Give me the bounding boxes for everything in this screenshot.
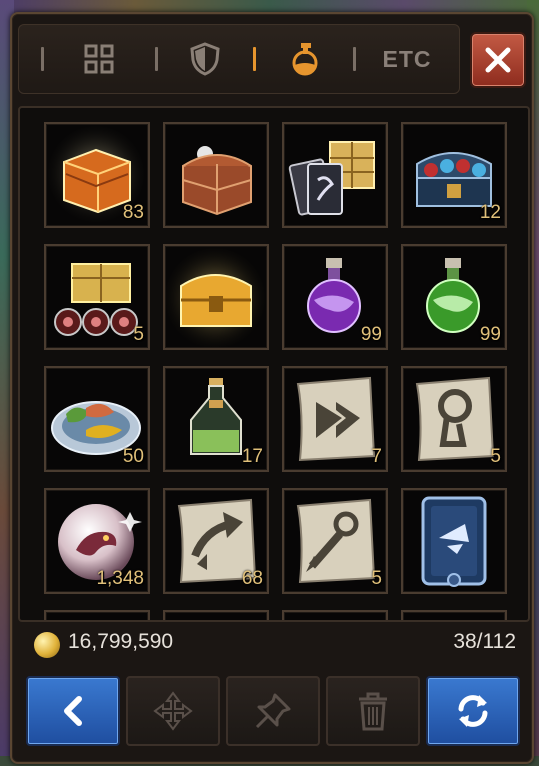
item-quantity: 7 <box>371 446 382 467</box>
item-quantity: 5 <box>371 568 382 589</box>
inventory-slot[interactable]: 7 <box>282 366 388 472</box>
card-chest-icon <box>288 141 375 216</box>
move-arrows-icon <box>153 691 193 731</box>
trash-button[interactable] <box>326 676 420 746</box>
blue-card-icon <box>421 496 487 587</box>
potion-icon <box>292 43 318 76</box>
tab-bar: ETC <box>18 24 460 94</box>
inventory-slot[interactable] <box>163 122 269 228</box>
inventory-slot[interactable]: 5 <box>401 366 507 472</box>
inventory-slot[interactable]: 5 <box>282 488 388 594</box>
back-button[interactable] <box>26 676 120 746</box>
chevron-left-icon <box>64 696 82 726</box>
close-button[interactable] <box>470 32 526 88</box>
tab-etc[interactable]: ETC <box>367 25 447 93</box>
pin-button[interactable] <box>226 676 320 746</box>
inventory-slot[interactable]: 83 <box>44 122 150 228</box>
tab-separator <box>353 47 356 71</box>
item-quantity: 83 <box>122 202 144 223</box>
item-quantity: 1,348 <box>96 568 144 589</box>
item-quantity: 5 <box>490 446 501 467</box>
inventory-slot[interactable]: 99 <box>282 244 388 350</box>
shield-icon <box>190 42 220 76</box>
tab-etc-label: ETC <box>382 45 432 72</box>
slot-count: 38/112 <box>453 630 516 653</box>
tab-equipment[interactable] <box>165 25 245 93</box>
trash-icon <box>359 692 387 731</box>
inventory-grid: 83 12 5 99 99 50 17 7 5 1,348 68 5 <box>18 106 530 622</box>
golden-treasure-chest-icon <box>165 248 265 348</box>
item-quantity: 12 <box>479 202 501 223</box>
gold-coin-icon <box>34 632 60 658</box>
tab-separator <box>41 47 44 71</box>
move-button[interactable] <box>126 676 220 746</box>
grid-icon <box>84 44 114 74</box>
item-quantity: 68 <box>241 568 263 589</box>
item-quantity: 17 <box>241 446 263 467</box>
tab-separator-active <box>253 47 256 71</box>
inventory-slot[interactable]: 17 <box>163 366 269 472</box>
inventory-slot[interactable] <box>163 244 269 350</box>
sort-button[interactable] <box>426 676 520 746</box>
inventory-slot[interactable]: 12 <box>401 122 507 228</box>
item-quantity: 50 <box>122 446 144 467</box>
inventory-slot[interactable] <box>401 488 507 594</box>
item-quantity: 99 <box>479 324 501 345</box>
inventory-slot[interactable]: 68 <box>163 488 269 594</box>
tab-consumables[interactable] <box>265 25 345 93</box>
glowing-chest-icon <box>182 146 252 216</box>
pin-icon <box>255 693 291 729</box>
inventory-slot[interactable]: 50 <box>44 366 150 472</box>
refresh-icon <box>458 695 488 727</box>
item-quantity: 99 <box>360 324 382 345</box>
item-quantity: 5 <box>133 324 144 345</box>
inventory-footer: 16,799,590 38/112 <box>18 620 526 664</box>
inventory-slot[interactable] <box>282 122 388 228</box>
inventory-toolbar <box>18 670 526 750</box>
inventory-slot[interactable]: 99 <box>401 244 507 350</box>
tab-separator <box>155 47 158 71</box>
inventory-slot[interactable]: 1,348 <box>44 488 150 594</box>
inventory-slot[interactable]: 5 <box>44 244 150 350</box>
close-icon <box>485 47 511 73</box>
inventory-window: ETC 83 12 5 99 99 50 17 7 5 1,348 68 5 1… <box>10 12 534 764</box>
gold-amount: 16,799,590 <box>68 630 174 653</box>
tab-all[interactable] <box>59 25 139 93</box>
